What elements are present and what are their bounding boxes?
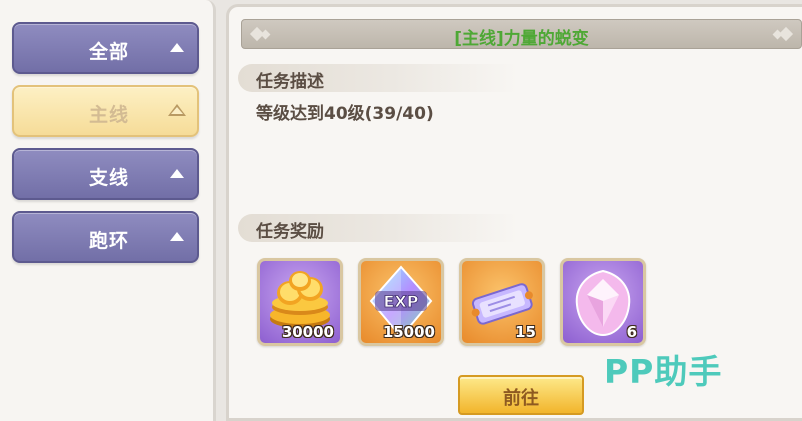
nav-tab-side[interactable]: 支线 — [12, 148, 199, 200]
nav-tab-label: 全部 — [88, 41, 129, 63]
rewards-header: 任务奖励 — [238, 214, 518, 242]
reward-item[interactable]: 30000 — [257, 258, 343, 346]
nav-tab-main[interactable]: 主线 — [12, 85, 199, 137]
reward-item[interactable]: 15 — [459, 258, 545, 346]
nav-tab-loop[interactable]: 跑环 — [12, 211, 199, 263]
section-label: 任务奖励 — [256, 222, 324, 242]
arrow-up-icon — [170, 43, 184, 52]
description-header: 任务描述 — [238, 64, 518, 92]
arrow-up-icon — [168, 104, 186, 116]
reward-count: 30000 — [281, 323, 334, 341]
nav-tab-label: 主线 — [88, 104, 129, 126]
category-sidebar: 全部 主线 支线 跑环 — [0, 0, 216, 421]
reward-count: 15000 — [382, 323, 435, 341]
quest-title-banner: [主线]力量的蜕变 — [241, 19, 802, 49]
reward-count: 6 — [626, 323, 637, 341]
arrow-up-icon — [170, 169, 184, 178]
go-button-label: 前往 — [503, 388, 539, 409]
watermark: PP助手 — [604, 352, 723, 391]
quest-title: [主线]力量的蜕变 — [454, 29, 589, 49]
reward-count: 15 — [515, 323, 536, 341]
quest-description: 等级达到40级(39/40) — [256, 104, 434, 124]
reward-item[interactable]: EXP 15000 — [358, 258, 444, 346]
arrow-up-icon — [170, 232, 184, 241]
reward-item[interactable]: 6 — [560, 258, 646, 346]
nav-tab-label: 跑环 — [88, 230, 129, 252]
go-button[interactable]: 前往 — [458, 375, 584, 415]
svg-text:EXP: EXP — [384, 292, 419, 311]
nav-tab-label: 支线 — [88, 167, 129, 189]
nav-tab-all[interactable]: 全部 — [12, 22, 199, 74]
section-label: 任务描述 — [256, 72, 324, 92]
